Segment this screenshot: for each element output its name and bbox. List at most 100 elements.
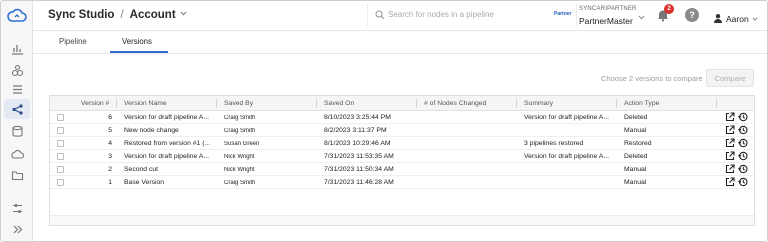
summary: Version for draft pipeline A... — [524, 114, 610, 121]
row-actions — [725, 138, 751, 149]
column-divider — [216, 99, 217, 108]
sliders-icon[interactable] — [9, 200, 25, 216]
tab-versions[interactable]: Versions — [122, 37, 152, 46]
action-type: Manual — [624, 127, 647, 134]
open-external-icon[interactable] — [725, 164, 735, 174]
column-header-action-type[interactable]: Action Type — [624, 100, 659, 107]
column-header-summary[interactable]: Summary — [524, 100, 553, 107]
table-row[interactable]: 1 Base Version Craig Smith 7/31/2023 11:… — [50, 176, 754, 189]
avatar — [714, 14, 722, 23]
version-number: 2 — [108, 166, 112, 173]
version-number: 4 — [108, 140, 112, 147]
open-external-icon[interactable] — [725, 125, 735, 135]
row-checkbox[interactable] — [57, 140, 64, 147]
version-number: 3 — [108, 153, 112, 160]
row-actions — [725, 177, 751, 188]
version-name: Version for draft pipeline A... — [124, 153, 210, 160]
open-external-icon[interactable] — [725, 177, 735, 187]
saved-by: Craig Smith — [224, 127, 256, 134]
compare-button[interactable]: Compare — [706, 69, 754, 87]
bug-icon[interactable] — [9, 62, 25, 78]
open-external-icon[interactable] — [725, 112, 735, 122]
history-icon[interactable] — [738, 125, 748, 135]
version-number: 6 — [108, 114, 112, 121]
version-name: Base Version — [124, 179, 165, 186]
summary: Version for draft pipeline A... — [524, 153, 610, 160]
version-name: Version for draft pipeline A... — [124, 114, 210, 121]
dashboard-icon[interactable] — [9, 40, 25, 56]
table-row[interactable]: 6 Version for draft pipeline A... Craig … — [50, 111, 754, 124]
history-icon[interactable] — [738, 177, 748, 187]
notification-count-badge: 2 — [664, 4, 674, 14]
action-type: Manual — [624, 166, 647, 173]
row-actions — [725, 151, 751, 162]
notifications-button[interactable]: 2 — [656, 4, 674, 22]
saved-by: Craig Smith — [224, 114, 256, 121]
table-row[interactable]: 3 Version for draft pipeline A... Nick W… — [50, 150, 754, 163]
expand-chevron-icon[interactable] — [9, 221, 25, 237]
compare-hint: Choose 2 versions to compare — [601, 74, 703, 83]
saved-on: 8/10/2023 3:25:44 PM — [324, 114, 391, 121]
column-header-version-name[interactable]: Version Name — [124, 100, 167, 107]
table-row[interactable]: 5 New node change Craig Smith 8/2/2023 3… — [50, 124, 754, 137]
row-checkbox[interactable] — [57, 127, 64, 134]
saved-on: 8/2/2023 3:11:37 PM — [324, 127, 387, 134]
chevron-down-icon — [752, 17, 758, 21]
row-actions — [725, 125, 751, 136]
row-checkbox[interactable] — [57, 153, 64, 160]
column-divider — [316, 99, 317, 108]
history-icon[interactable] — [738, 138, 748, 148]
saved-by: Nick Wright — [224, 166, 255, 173]
partner-name: PartnerMaster — [579, 16, 633, 26]
row-checkbox[interactable] — [57, 166, 64, 173]
column-header-saved-on[interactable]: Saved On — [324, 100, 354, 107]
account-dropdown[interactable]: Account — [130, 9, 176, 21]
cloud-logo-icon[interactable] — [6, 8, 28, 24]
folder-icon[interactable] — [9, 167, 25, 183]
active-tab-indicator — [110, 51, 168, 53]
saved-on: 7/31/2023 11:50:34 AM — [324, 166, 394, 173]
action-type: Deleted — [624, 114, 648, 121]
left-rail — [1, 1, 33, 241]
table-row[interactable]: 4 Restored from version #1 (... Susan Gr… — [50, 137, 754, 150]
saved-on: 7/31/2023 11:46:28 AM — [324, 179, 394, 186]
horizontal-scrollbar[interactable] — [50, 215, 754, 225]
open-external-icon[interactable] — [725, 138, 735, 148]
history-icon[interactable] — [738, 151, 748, 161]
version-number: 1 — [108, 179, 112, 186]
version-name: Restored from version #1 (... — [124, 140, 211, 147]
table-header: Version # Version Name Saved By Saved On… — [50, 96, 754, 111]
version-name: New node change — [124, 127, 179, 134]
saved-by: Susan Green — [224, 140, 260, 147]
version-name: Second cut — [124, 166, 159, 173]
database-icon[interactable] — [9, 123, 25, 139]
column-header-nodes-changed[interactable]: # of Nodes Changed — [424, 100, 486, 107]
pipeline-icon[interactable] — [4, 99, 30, 119]
table-row[interactable]: 2 Second cut Nick Wright 7/31/2023 11:50… — [50, 163, 754, 176]
column-header-version[interactable]: Version # — [81, 100, 109, 107]
history-icon[interactable] — [738, 164, 748, 174]
top-bar: Sync Studio / Account Partner SYNCARIPARTN… — [33, 1, 767, 31]
chevron-down-icon[interactable] — [180, 10, 187, 17]
saved-by: Nick Wright — [224, 153, 255, 160]
row-checkbox[interactable] — [57, 114, 64, 121]
search-input[interactable] — [388, 7, 568, 22]
history-icon[interactable] — [738, 112, 748, 122]
help-icon[interactable]: ? — [685, 8, 699, 22]
user-menu[interactable]: Aaron — [713, 9, 758, 24]
partner-selector[interactable]: Partner SYNCARIPARTNER PartnerMaster — [552, 4, 648, 28]
versions-table: Version # Version Name Saved By Saved On… — [49, 95, 755, 226]
tab-pipeline[interactable]: Pipeline — [59, 37, 87, 46]
saved-by: Craig Smith — [224, 179, 256, 186]
open-external-icon[interactable] — [725, 151, 735, 161]
column-header-saved-by[interactable]: Saved By — [224, 100, 253, 107]
row-checkbox[interactable] — [57, 179, 64, 186]
cloud-upload-icon[interactable] — [9, 146, 25, 162]
list-icon[interactable] — [9, 81, 25, 97]
version-number: 5 — [108, 127, 112, 134]
app-title[interactable]: Sync Studio — [48, 9, 114, 21]
column-divider — [116, 99, 117, 108]
row-actions — [725, 112, 751, 123]
column-divider — [616, 99, 617, 108]
chevron-down-icon[interactable] — [638, 14, 645, 21]
